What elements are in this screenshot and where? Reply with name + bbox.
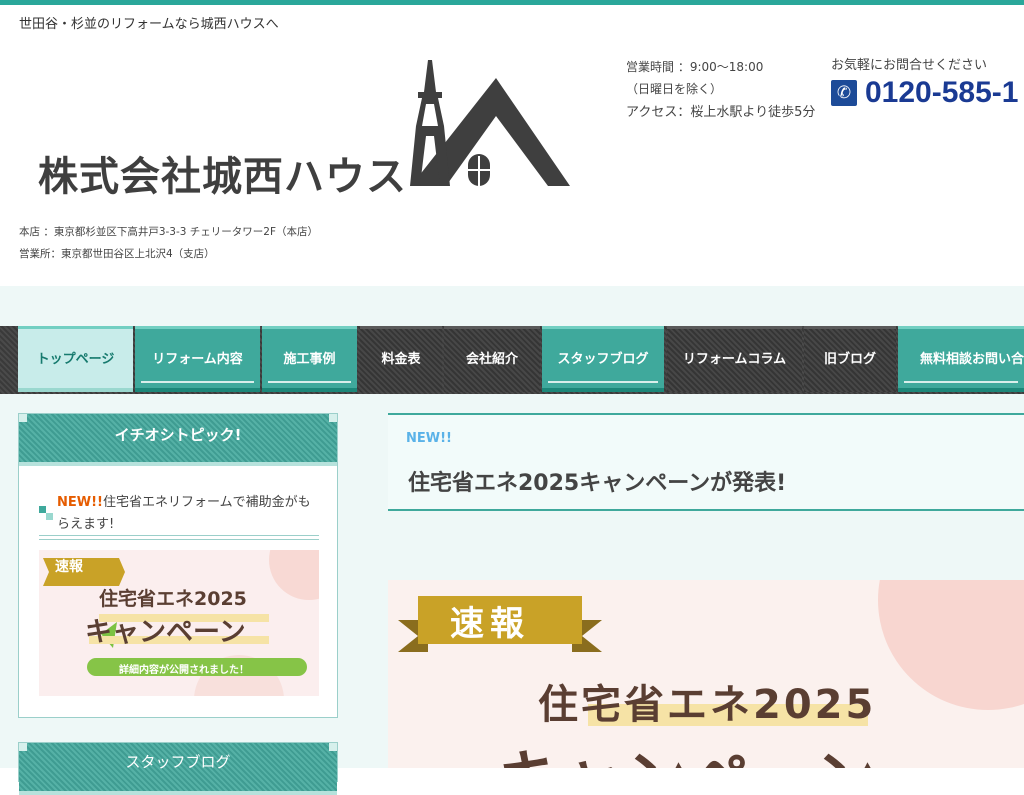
banner-badge: 速報: [55, 559, 83, 575]
new-badge: NEW!!: [57, 495, 103, 510]
staff-blog-box: スタッフブログ: [18, 742, 338, 795]
hours-line1: 営業時間 ：9:00〜18:00: [626, 60, 764, 74]
company-logo[interactable]: 株式会社城西ハウス: [36, 56, 576, 200]
site-tagline: 世田谷・杉並のリフォームなら城西ハウスへ: [19, 17, 279, 32]
staff-blog-title: スタッフブログ: [19, 743, 337, 795]
corner-deco: [329, 743, 337, 751]
article-title[interactable]: 住宅省エネ2025キャンペーンが発表!: [408, 465, 786, 497]
article-banner[interactable]: 速報 住宅省エネ2025 キャンペーン: [388, 580, 1024, 768]
global-nav: トップページ リフォーム内容 施工事例 料金表 会社紹介 スタッフブログ リフォ…: [0, 326, 1024, 394]
nav-company[interactable]: 会社紹介: [444, 326, 540, 392]
nav-reform[interactable]: リフォーム内容: [135, 326, 260, 392]
pickup-box: イチオシトピック! NEW!!住宅省エネリフォームで補助金がもらえます! 速報 …: [18, 413, 338, 718]
nav-staff-blog[interactable]: スタッフブログ: [542, 326, 664, 392]
hours-line2: （日曜日を除く）: [626, 82, 723, 96]
pickup-item[interactable]: NEW!!住宅省エネリフォームで補助金がもらえます!: [39, 492, 317, 536]
article-banner-line2: キャンペーン: [498, 730, 879, 768]
pickup-banner[interactable]: 速報 住宅省エネ2025 キャンペーン 詳細内容が公開されました！: [39, 550, 319, 696]
tower-house-logo-icon: [410, 60, 570, 186]
nav-contact[interactable]: 無料相談お問い合: [898, 326, 1024, 392]
contact-block: お気軽にお問合せください ✆ 0120-585-1: [831, 54, 1018, 109]
divider: [39, 535, 319, 540]
banner-line2: キャンペーン: [85, 617, 246, 648]
contact-label: お気軽にお問合せください: [831, 58, 988, 73]
logo-text: 株式会社城西ハウス: [38, 154, 407, 200]
nav-top[interactable]: トップページ: [18, 326, 133, 392]
corner-deco: [329, 414, 337, 422]
pickup-title: イチオシトピック!: [19, 414, 337, 466]
nav-column[interactable]: リフォームコラム: [667, 326, 802, 392]
corner-deco: [19, 414, 27, 422]
business-hours: 営業時間 ：9:00〜18:00 （日曜日を除く） アクセス：桜上水駅より徒歩5…: [626, 56, 815, 124]
nav-price[interactable]: 料金表: [360, 326, 442, 392]
corner-deco: [19, 743, 27, 751]
top-accent-bar: [0, 0, 1024, 5]
article-banner-line1: 住宅省エネ2025: [538, 682, 877, 728]
article-header: NEW!! 住宅省エネ2025キャンペーンが発表!: [388, 413, 1024, 511]
address-branch: 営業所：東京都世田谷区上北沢4（支店）: [19, 248, 215, 260]
banner-sub: 詳細内容が公開されました！: [119, 665, 249, 676]
phone-link[interactable]: ✆ 0120-585-1: [831, 76, 1018, 110]
nav-works[interactable]: 施工事例: [262, 326, 357, 392]
nav-old-blog[interactable]: 旧ブログ: [804, 326, 896, 392]
article-new-badge: NEW!!: [406, 431, 452, 446]
address-main: 本店 ：東京都杉並区下高井戸3-3-3 チェリータワー2F（本店）: [19, 226, 319, 238]
phone-number[interactable]: 0120-585-1: [865, 76, 1018, 110]
access-info: アクセス：桜上水駅より徒歩5分: [626, 105, 816, 120]
banner-line1: 住宅省エネ2025: [99, 588, 247, 610]
article-banner-badge: 速報: [450, 604, 530, 644]
phone-icon: ✆: [831, 80, 857, 106]
